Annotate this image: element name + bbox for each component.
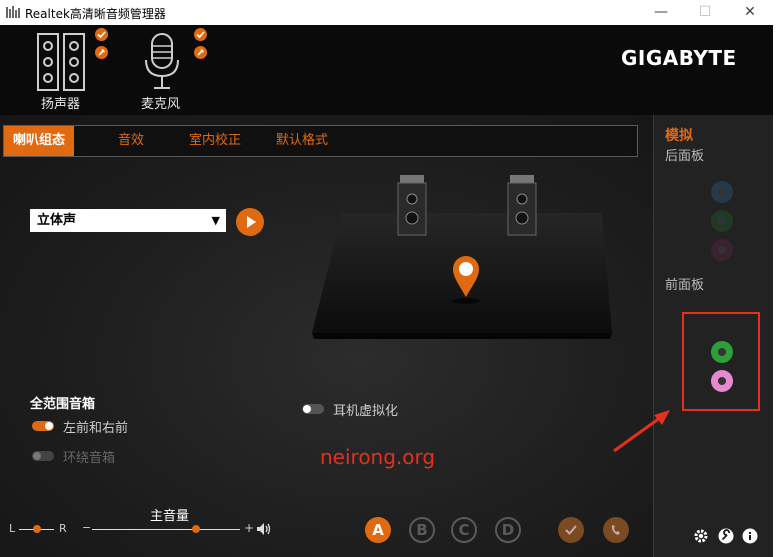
speaker-volume-icon[interactable] [256, 522, 272, 536]
fullrange-speakers-title: 全范围音箱 [30, 397, 96, 412]
master-volume-track[interactable] [92, 529, 240, 530]
balance-slider-thumb[interactable] [32, 525, 41, 533]
balance-left-label: L [9, 522, 16, 535]
device-label-speaker: 扬声器 [41, 97, 81, 112]
apply-check-button[interactable] [558, 517, 584, 543]
minimize-button[interactable]: — [638, 0, 684, 25]
rear-green-jack-icon[interactable] [711, 210, 733, 232]
rear-pink-jack-icon[interactable] [711, 239, 733, 261]
surround-label: 环绕音箱 [63, 451, 116, 466]
annotation-highlight-box [682, 312, 760, 411]
master-volume-label: 主音量 [150, 509, 190, 524]
maximize-button[interactable]: ☐ [682, 0, 728, 25]
speaker-connector-badge-icon [95, 46, 108, 59]
title-bar: Realtek高清晰音频管理器 — ☐ ✕ [0, 0, 777, 25]
watermark-text: neirong.org [320, 445, 436, 469]
profile-a-button[interactable]: A [365, 517, 391, 543]
rear-panel-label: 后面板 [665, 149, 705, 164]
tab-default-format[interactable]: 默认格式 [276, 126, 328, 156]
window-edge [773, 25, 777, 557]
balance-right-label: R [59, 522, 67, 535]
main-panel: 喇叭组态 音效 室内校正 默认格式 立体声 ▼ 耳机虚拟化 全范围音箱 左前和右… [0, 115, 653, 557]
speaker-config-value: 立体声 [37, 213, 77, 228]
volume-plus-label: + [244, 521, 255, 535]
info-icon[interactable] [742, 528, 758, 544]
speaker-config-select[interactable]: 立体声 ▼ [30, 209, 226, 232]
check-icon [565, 525, 577, 535]
left-front-speaker-icon[interactable] [397, 175, 427, 236]
profile-d-button[interactable]: D [495, 517, 521, 543]
speaker-check-badge-icon [95, 28, 108, 41]
tab-sound-effects[interactable]: 音效 [118, 126, 144, 156]
toggle-knob [303, 405, 311, 413]
tab-room-correction[interactable]: 室内校正 [189, 126, 241, 156]
tab-bar: 喇叭组态 音效 室内校正 默认格式 [3, 125, 638, 157]
gear-icon[interactable] [693, 528, 709, 544]
tab-speaker-config[interactable]: 喇叭组态 [4, 126, 75, 156]
connector-settings-button[interactable] [603, 517, 629, 543]
realtek-app-icon [6, 6, 20, 18]
volume-minus-label: − [82, 521, 92, 534]
master-volume-thumb[interactable] [191, 525, 200, 533]
window-title: Realtek高清晰音频管理器 [25, 7, 166, 21]
headphone-virtualization-toggle[interactable] [302, 404, 324, 414]
rear-blue-jack-icon[interactable] [711, 181, 733, 203]
play-test-button[interactable] [236, 208, 264, 236]
audio-manager-window: 扬声器 麦克风 GIGABYTE 喇叭组态 音效 室内校正 默认格式 立体声 ▼… [0, 25, 773, 557]
wrench-icon[interactable] [718, 528, 734, 544]
toggle-knob [45, 422, 53, 430]
microphone-icon [145, 33, 179, 89]
gigabyte-logo: GIGABYTE [621, 46, 737, 70]
mic-check-badge-icon [194, 28, 207, 41]
toggle-knob [33, 452, 41, 460]
front-lr-toggle[interactable] [32, 421, 54, 431]
front-panel-label: 前面板 [665, 278, 705, 293]
phone-icon [611, 525, 620, 535]
speaker-icon [37, 33, 85, 91]
device-label-microphone: 麦克风 [141, 97, 181, 112]
headphone-virtualization-label: 耳机虚拟化 [333, 404, 399, 419]
analog-title: 模拟 [665, 128, 693, 144]
device-header: 扬声器 麦克风 GIGABYTE [0, 25, 773, 115]
dropdown-caret-icon: ▼ [211, 214, 220, 227]
profile-b-button[interactable]: B [409, 517, 435, 543]
speaker-stage [312, 175, 612, 339]
profile-c-button[interactable]: C [451, 517, 477, 543]
mic-connector-badge-icon [194, 46, 207, 59]
annotation-arrow-icon [613, 410, 670, 453]
play-icon [247, 216, 256, 228]
close-button[interactable]: ✕ [727, 0, 773, 25]
surround-toggle[interactable] [32, 451, 54, 461]
right-front-speaker-icon[interactable] [507, 175, 537, 236]
front-lr-label: 左前和右前 [63, 421, 129, 436]
